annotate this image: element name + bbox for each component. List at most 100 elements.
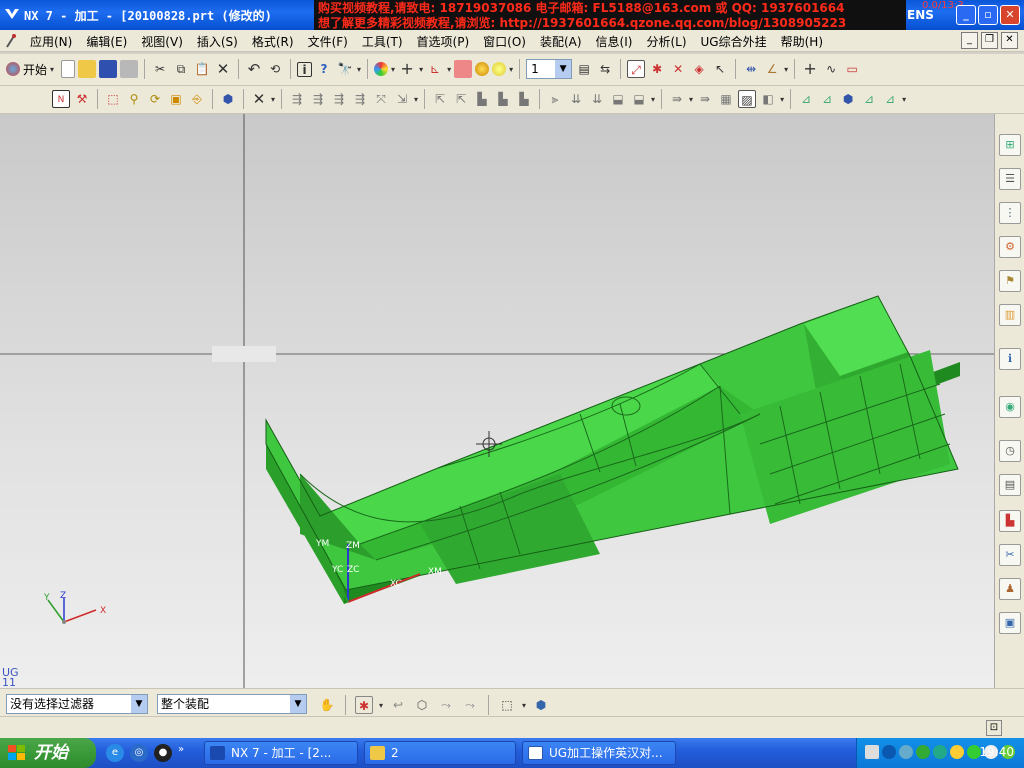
shaded-display-icon[interactable]: ◧ bbox=[759, 90, 777, 108]
system-materials-icon[interactable]: ▤ bbox=[999, 474, 1021, 496]
shading-icon[interactable] bbox=[475, 62, 490, 76]
start-menu-button[interactable]: 开始 ▾ bbox=[6, 61, 54, 78]
cut-object-icon[interactable]: ⇱ bbox=[452, 90, 470, 108]
windows-start-button[interactable]: 开始 bbox=[0, 738, 96, 768]
menu-item-12[interactable]: UG综合外挂 bbox=[701, 33, 767, 50]
keyboard-icon[interactable] bbox=[865, 745, 879, 759]
replay-toolpath-icon[interactable]: ⇶ bbox=[309, 90, 327, 108]
list-toolpath-icon[interactable]: ⇶ bbox=[330, 90, 348, 108]
web-browser-icon[interactable]: ℹ bbox=[999, 348, 1021, 370]
feature-select-icon[interactable]: ↩ bbox=[389, 696, 407, 714]
information-object-icon[interactable]: ⇊ bbox=[588, 90, 606, 108]
move-to-layer-icon[interactable]: ⇆ bbox=[596, 60, 614, 78]
hand-select-icon[interactable]: ✋ bbox=[318, 696, 336, 714]
chevron-down-icon[interactable]: ▾ bbox=[447, 65, 451, 74]
save-icon[interactable] bbox=[99, 60, 118, 78]
menu-item-9[interactable]: 装配(A) bbox=[540, 33, 582, 50]
assembly-navigator-icon[interactable]: ⊞ bbox=[999, 134, 1021, 156]
copy-object-icon[interactable]: ▙ bbox=[473, 90, 491, 108]
selection-scope-select[interactable]: 整个装配 ▼ bbox=[157, 694, 307, 714]
create-geometry-icon[interactable]: ⬚ bbox=[104, 90, 122, 108]
chevron-down-icon[interactable]: ▾ bbox=[379, 701, 383, 710]
tool-holder-icon[interactable]: ▦ bbox=[717, 90, 735, 108]
sketch-curve-icon[interactable]: ∿ bbox=[822, 60, 840, 78]
type-filter-select[interactable]: 没有选择过滤器 ▼ bbox=[6, 694, 148, 714]
body-select-icon[interactable]: ⬡ bbox=[413, 696, 431, 714]
rectangle-select-icon[interactable]: ⬚ bbox=[498, 696, 516, 714]
work-layer-select[interactable]: 1 ▼ bbox=[526, 59, 573, 79]
layer-settings-icon[interactable]: ▤ bbox=[575, 60, 593, 78]
part-navigator-icon[interactable]: ⋮ bbox=[999, 202, 1021, 224]
menu-item-4[interactable]: 格式(R) bbox=[252, 33, 294, 50]
chevron-down-icon[interactable]: ▾ bbox=[419, 65, 423, 74]
doc-restore-button[interactable]: ❐ bbox=[981, 32, 998, 49]
update-icon[interactable] bbox=[950, 745, 964, 759]
ie-icon[interactable]: e bbox=[106, 744, 124, 762]
menu-item-0[interactable]: 应用(N) bbox=[30, 33, 72, 50]
shop-docs-icon[interactable]: ⇲ bbox=[393, 90, 411, 108]
intersect-icon[interactable]: ✕ bbox=[669, 60, 687, 78]
face-select-icon[interactable]: ⤳ bbox=[437, 696, 455, 714]
crosshair-icon[interactable]: + bbox=[398, 60, 416, 78]
chevron-down-icon[interactable]: ▼ bbox=[290, 695, 306, 713]
new-file-icon[interactable] bbox=[61, 60, 76, 78]
security-icon[interactable] bbox=[916, 745, 930, 759]
menu-item-8[interactable]: 窗口(O) bbox=[483, 33, 526, 50]
history-icon[interactable]: ◷ bbox=[999, 440, 1021, 462]
model-canvas[interactable]: YM ZM YC ZC XC XM Z X Y bbox=[0, 114, 994, 688]
roles-icon[interactable]: ✂ bbox=[999, 544, 1021, 566]
operation-navigator-icon[interactable]: ⚙ bbox=[999, 236, 1021, 258]
chevron-down-icon[interactable]: ▾ bbox=[780, 95, 784, 104]
datum-csys-icon[interactable]: ⊾ bbox=[426, 60, 444, 78]
reuse-library-icon[interactable]: ▥ bbox=[999, 304, 1021, 326]
create-operation-icon[interactable]: ⟳ bbox=[146, 90, 164, 108]
component-select-icon[interactable]: ⬢ bbox=[532, 696, 550, 714]
open-folder-icon[interactable] bbox=[78, 60, 97, 78]
select-filter-icon[interactable]: ⤢ bbox=[627, 60, 646, 78]
antivirus-icon[interactable] bbox=[933, 745, 947, 759]
verify-toolpath-icon[interactable]: ⇶ bbox=[351, 90, 369, 108]
arrow-select-icon[interactable]: ↖ bbox=[711, 60, 729, 78]
chevron-down-icon[interactable]: ▼ bbox=[555, 60, 572, 78]
point-icon[interactable]: + bbox=[801, 60, 819, 78]
repeat-command-icon[interactable]: ⟲ bbox=[266, 60, 284, 78]
system-scenes-icon[interactable]: ▣ bbox=[999, 612, 1021, 634]
chevron-down-icon[interactable]: ▾ bbox=[271, 95, 275, 104]
machine-navigator-icon[interactable]: ⚑ bbox=[999, 270, 1021, 292]
minimize-button[interactable]: _ bbox=[956, 5, 976, 25]
edit-object-icon[interactable]: ⇱ bbox=[431, 90, 449, 108]
palette-icon[interactable]: ◉ bbox=[999, 396, 1021, 418]
part-settings-icon[interactable]: ⊿ bbox=[881, 90, 899, 108]
network-icon[interactable] bbox=[899, 745, 913, 759]
blank-cube-icon[interactable]: ⬢ bbox=[219, 90, 237, 108]
delete-operation-icon[interactable]: ✕ bbox=[250, 90, 268, 108]
maximize-button[interactable]: ▫ bbox=[978, 5, 998, 25]
measure-distance-icon[interactable]: ⇹ bbox=[742, 60, 760, 78]
menu-item-10[interactable]: 信息(I) bbox=[596, 33, 633, 50]
display-object-icon[interactable]: ⬓ bbox=[609, 90, 627, 108]
object-display-icon[interactable]: ⫸ bbox=[546, 90, 564, 108]
menu-item-5[interactable]: 文件(F) bbox=[308, 33, 348, 50]
menu-item-6[interactable]: 工具(T) bbox=[362, 33, 403, 50]
menu-item-3[interactable]: 插入(S) bbox=[197, 33, 238, 50]
copy-icon[interactable]: ⧉ bbox=[172, 60, 190, 78]
info-icon[interactable]: i bbox=[297, 61, 313, 77]
graphics-viewport[interactable]: YM ZM YC ZC XC XM Z X Y UG 11 bbox=[0, 114, 994, 688]
part-navigator-icon[interactable] bbox=[454, 60, 473, 78]
part-display-icon[interactable]: ⊿ bbox=[860, 90, 878, 108]
task-folder[interactable]: 2 bbox=[364, 741, 516, 765]
chevron-down-icon[interactable]: ▾ bbox=[902, 95, 906, 104]
chevron-left-icon[interactable] bbox=[882, 745, 896, 759]
doc-close-button[interactable]: ✕ bbox=[1001, 32, 1018, 49]
blank-display-icon[interactable]: ⬢ bbox=[839, 90, 857, 108]
chevron-right-icon[interactable]: » bbox=[178, 744, 184, 762]
delete-icon[interactable]: ✕ bbox=[214, 60, 232, 78]
help-icon[interactable]: ? bbox=[315, 60, 333, 78]
chevron-down-icon[interactable]: ▼ bbox=[131, 695, 147, 713]
operation-nav-icon[interactable]: ⇛ bbox=[668, 90, 686, 108]
qq-icon[interactable]: ● bbox=[154, 744, 172, 762]
rectangle-icon[interactable]: ▭ bbox=[843, 60, 861, 78]
feature-machining-icon[interactable]: ⊿ bbox=[797, 90, 815, 108]
user-roles-icon[interactable]: ♟ bbox=[999, 578, 1021, 600]
machine-tool-view-icon[interactable]: ⎆ bbox=[188, 90, 206, 108]
